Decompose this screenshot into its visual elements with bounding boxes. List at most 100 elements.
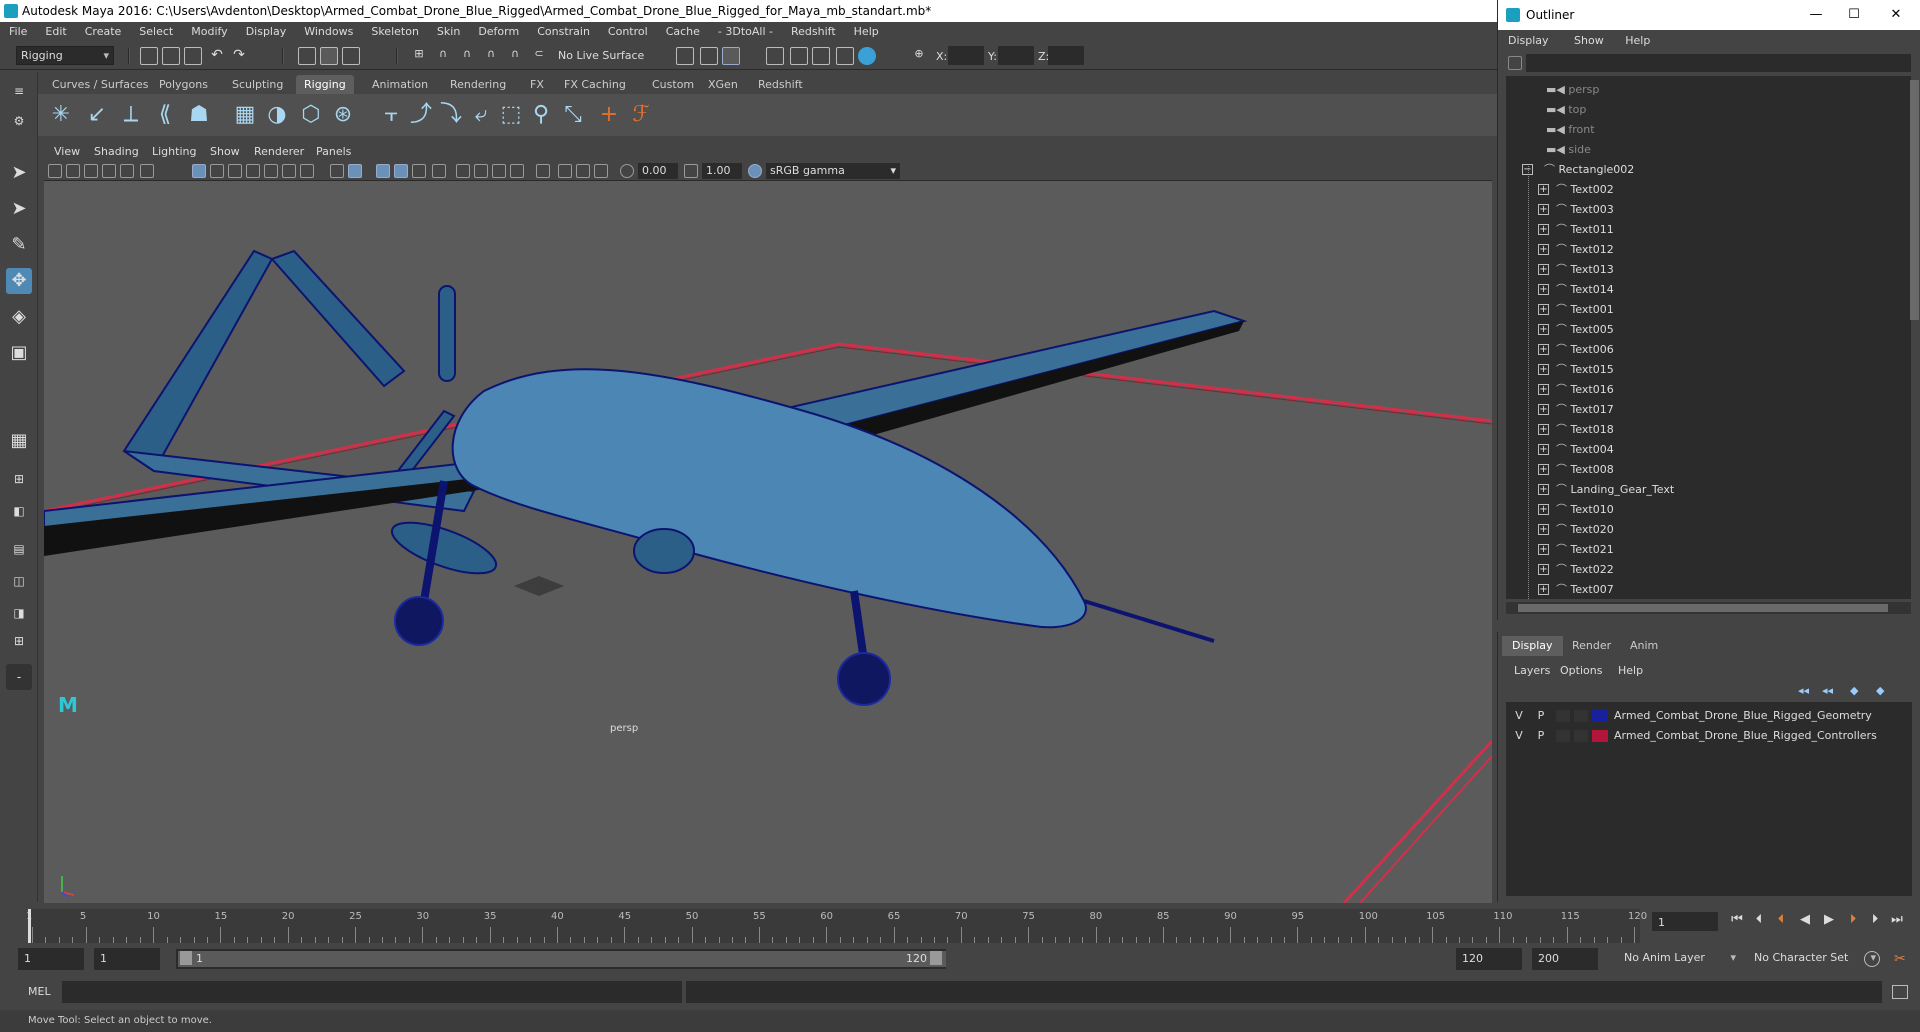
construction-history-icon[interactable] (676, 47, 694, 65)
resolution-gate-icon[interactable] (228, 164, 242, 178)
bookmark-icon[interactable] (84, 164, 98, 178)
layer-tab-display[interactable]: Display (1502, 636, 1563, 656)
scale-tool-icon[interactable]: ▣ (6, 340, 32, 366)
current-time-indicator[interactable] (28, 909, 31, 943)
menu-select[interactable]: Select (130, 22, 182, 42)
render-current-frame-icon[interactable] (722, 47, 740, 65)
select-tool-icon[interactable]: ➤ (6, 160, 32, 186)
xray-icon[interactable] (558, 164, 572, 178)
smooth-shade-icon[interactable] (348, 164, 362, 178)
layer-row-controllers[interactable]: V P Armed_Combat_Drone_Blue_Rigged_Contr… (1506, 726, 1912, 746)
menu-constrain[interactable]: Constrain (528, 22, 599, 42)
parent-constraint-icon[interactable]: ⚲ (528, 102, 554, 128)
animation-start-field[interactable]: 1 (18, 948, 84, 970)
four-view-layout-icon[interactable]: ⊞ (6, 466, 32, 492)
shelf-tab-polygons[interactable]: Polygons (151, 75, 216, 94)
layer-menu-help[interactable]: Help (1618, 664, 1643, 677)
outliner-item[interactable]: + ⌒ Text007 (1538, 580, 1838, 599)
minimize-icon[interactable]: — (1798, 0, 1834, 30)
snap-magnet-icon[interactable]: ⊂ (530, 47, 548, 65)
outliner-item[interactable]: + ⌒ Text016 (1538, 380, 1838, 400)
menu-windows[interactable]: Windows (295, 22, 362, 42)
play-forwards-icon[interactable]: ▶ (1820, 911, 1838, 929)
rotate-tool-icon[interactable]: ◈ (6, 304, 32, 330)
save-scene-icon[interactable] (184, 47, 202, 65)
expand-icon[interactable]: + (1538, 384, 1549, 395)
menu-display[interactable]: Display (237, 22, 296, 42)
render-sequence-icon[interactable] (812, 47, 830, 65)
menu-3dtoall[interactable]: - 3DtoAll - (709, 22, 782, 42)
film-gate-icon[interactable] (210, 164, 224, 178)
vp-menu-renderer[interactable]: Renderer (254, 145, 304, 158)
select-object-icon[interactable] (320, 47, 338, 65)
range-bar-fill[interactable] (178, 951, 946, 967)
script-editor-icon[interactable] (1892, 985, 1908, 999)
outliner-item[interactable]: + ⌒ Text006 (1538, 340, 1838, 360)
single-perspective-layout-icon[interactable]: ▦ (6, 428, 32, 454)
gamma-field[interactable]: 1.00 (702, 163, 742, 179)
shelf-menu-icon[interactable]: ≡ (6, 78, 32, 104)
hypershade-layout-icon[interactable]: ◫ (6, 568, 32, 594)
soft-mod-icon[interactable]: ⊛ (330, 102, 356, 128)
playback-start-field[interactable]: 1 (94, 948, 160, 970)
motion-blur-icon[interactable] (474, 164, 488, 178)
mel-input[interactable] (62, 981, 682, 1003)
expand-icon[interactable]: + (1538, 464, 1549, 475)
layer-row-geometry[interactable]: V P Armed_Combat_Drone_Blue_Rigged_Geome… (1506, 706, 1912, 726)
snap-view-plane-icon[interactable]: ∩ (482, 47, 500, 65)
outliner-item[interactable]: + ⌒ Text012 (1538, 240, 1838, 260)
go-to-end-icon[interactable]: ⏭ (1888, 911, 1906, 929)
expand-icon[interactable]: + (1538, 284, 1549, 295)
wireframe-on-shaded-icon[interactable] (376, 164, 390, 178)
y-coordinate-input[interactable] (998, 46, 1034, 65)
exposure-icon[interactable] (620, 164, 634, 178)
outliner-item-front[interactable]: ▬◀ front (1546, 120, 1595, 140)
menu-cache[interactable]: Cache (657, 22, 709, 42)
search-options-icon[interactable] (1508, 56, 1522, 70)
move-layer-up-icon[interactable]: ◂◂ (1798, 684, 1809, 697)
menu-control[interactable]: Control (599, 22, 657, 42)
shelf-tab-fx-caching[interactable]: FX Caching (556, 75, 634, 94)
layer-tab-anim[interactable]: Anim (1620, 636, 1668, 656)
locator-icon[interactable]: + (596, 102, 622, 128)
shelf-tab-xgen[interactable]: XGen (700, 75, 746, 94)
snap-point-icon[interactable]: ∩ (458, 47, 476, 65)
close-icon[interactable]: ✕ (1878, 0, 1914, 30)
layer-color-swatch[interactable] (1592, 730, 1608, 742)
expand-icon[interactable]: + (1538, 364, 1549, 375)
expand-icon[interactable]: + (1538, 424, 1549, 435)
shelf-tab-fx[interactable]: FX (522, 75, 552, 94)
expand-icon[interactable]: + (1538, 344, 1549, 355)
outliner-item-persp[interactable]: ▬◀ persp (1546, 80, 1599, 100)
shelf-tab-rigging[interactable]: Rigging (296, 75, 354, 94)
anti-aliasing-icon[interactable] (492, 164, 506, 178)
snap-curve-icon[interactable]: ∩ (434, 47, 452, 65)
expand-icon[interactable]: + (1538, 584, 1549, 595)
play-backwards-icon[interactable]: ◀ (1796, 911, 1814, 929)
menu-help[interactable]: Help (845, 22, 888, 42)
menu-modify[interactable]: Modify (182, 22, 236, 42)
wrap-deformer-icon[interactable]: ⬡ (298, 102, 324, 128)
new-layer-selected-icon[interactable]: ◆ (1876, 684, 1884, 697)
outliner-menu-display[interactable]: Display (1498, 30, 1549, 52)
xray-components-icon[interactable] (594, 164, 608, 178)
expand-icon[interactable]: + (1538, 204, 1549, 215)
snap-grid-icon[interactable]: ⊞ (410, 47, 428, 65)
expand-icon[interactable]: + (1538, 244, 1549, 255)
perspective-viewport[interactable]: M persp (44, 181, 1492, 903)
shelf-tab-redshift[interactable]: Redshift (750, 75, 811, 94)
isolate-select-icon[interactable] (536, 164, 550, 178)
snap-live-icon[interactable]: ∩ (506, 47, 524, 65)
outliner-item[interactable]: + ⌒ Text004 (1538, 440, 1838, 460)
expand-icon[interactable]: + (1538, 264, 1549, 275)
layer-visibility-toggle[interactable]: V (1512, 726, 1526, 746)
animation-end-field[interactable]: 200 (1532, 948, 1598, 970)
xray-joints-icon[interactable] (576, 164, 590, 178)
gamma-icon[interactable] (684, 164, 698, 178)
render-view-icon[interactable] (700, 47, 718, 65)
menu-create[interactable]: Create (76, 22, 131, 42)
z-coordinate-input[interactable] (1048, 46, 1084, 65)
open-scene-icon[interactable] (162, 47, 180, 65)
grid-toggle-icon[interactable] (192, 164, 206, 178)
camera-attributes-icon[interactable] (66, 164, 80, 178)
